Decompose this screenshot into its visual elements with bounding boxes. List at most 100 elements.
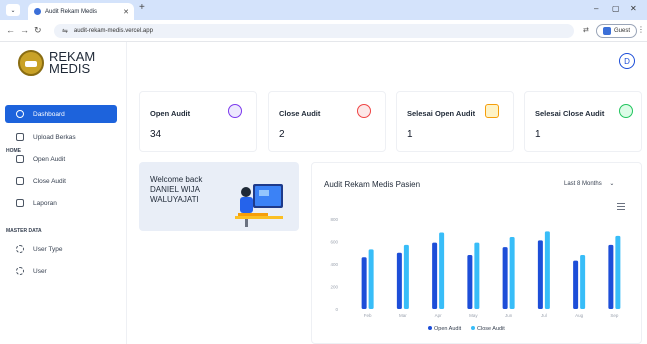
forward-icon[interactable]: → [20,25,29,35]
bar-open-audit [361,257,367,309]
welcome-illustration [235,184,283,227]
tab-title: Audit Rekam Medis [45,8,98,15]
stat-card-title: Selesai Open Audit [407,109,476,118]
new-tab-button[interactable]: + [139,2,145,13]
x-tick-label: May [469,313,478,318]
stat-card-value: 2 [279,129,285,140]
bar-open-audit [573,260,579,309]
bar-open-audit [502,247,508,309]
sidebar-item-user-type[interactable]: User Type [5,240,117,258]
sidebar-item-label: Open Audit [33,155,66,163]
bar-close-audit [474,242,480,309]
legend-label: Close Audit [477,326,505,332]
bar-close-audit [580,255,586,309]
stat-card-close-audit[interactable]: Close Audit 2 [268,91,386,152]
bar-close-audit [544,231,550,309]
maximize-icon[interactable]: ▢ [612,4,620,13]
document-icon [16,177,24,185]
logo-line2: MEDIS [49,61,91,76]
sync-icon [16,245,24,253]
y-tick-label: 200 [330,285,338,290]
stat-card-title: Selesai Close Audit [535,109,605,118]
stat-card-selesai-open-audit[interactable]: Selesai Open Audit 1 [396,91,514,152]
profile-button[interactable]: Guest [596,24,638,38]
user-avatar[interactable]: D [619,53,635,69]
x-tick-label: Aug [575,313,584,318]
back-icon[interactable]: ← [6,25,15,35]
dashboard-icon [16,110,24,118]
sidebar-item-label: Dashboard [33,110,65,118]
upload-icon [16,133,24,141]
bar-open-audit [467,255,473,309]
legend-marker [428,326,432,330]
url-field[interactable]: ⇋ audit-rekam-medis.vercel.app [54,24,574,38]
bar-open-audit [537,240,543,309]
bar-close-audit [403,244,409,309]
legend-marker [471,326,475,330]
translate-icon[interactable]: ⇄ [583,26,589,34]
stat-card-value: 1 [407,129,413,140]
legend-label: Open Audit [434,326,462,332]
profile-icon [603,27,611,35]
sidebar-item-user[interactable]: User [5,262,117,280]
minimize-icon[interactable]: – [594,4,598,13]
report-icon [16,199,24,207]
site-info-icon[interactable]: ⇋ [62,27,68,35]
sidebar-item-label: Laporan [33,199,57,207]
stat-card-value: 1 [535,129,541,140]
browser-tab-bar: ⌄ Audit Rekam Medis ✕ + – ▢ ✕ [0,0,647,20]
sync-icon [16,267,24,275]
sidebar-item-label: User [33,267,47,275]
welcome-greeting: Welcome back [150,175,203,184]
bar-open-audit [432,242,438,309]
site-favicon-icon [34,8,41,15]
browser-tab[interactable]: Audit Rekam Medis ✕ [28,3,134,20]
app-logo[interactable]: REKAM MEDIS [18,50,95,76]
reload-icon[interactable]: ↻ [34,25,42,36]
stat-card-title: Open Audit [150,109,191,118]
bar-close-audit [615,235,621,309]
sidebar-item-open-audit[interactable]: Open Audit [5,150,117,168]
stat-card-title: Close Audit [279,109,321,118]
sidebar-item-label: User Type [33,245,63,253]
welcome-username: DANIEL WIJA WALUYAJATI [150,185,200,204]
close-tab-icon[interactable]: ✕ [123,8,129,16]
bar-close-audit [509,237,515,309]
sidebar: REKAM MEDIS HOME Dashboard Upload Berkas… [0,42,127,344]
sidebar-item-laporan[interactable]: Laporan [5,194,117,212]
x-tick-label: Sep [610,313,619,318]
sidebar-item-close-audit[interactable]: Close Audit [5,172,117,190]
welcome-card: Welcome back DANIEL WIJA WALUYAJATI [139,162,299,231]
y-tick-label: 600 [330,240,338,245]
x-tick-label: Apr [435,313,443,318]
stat-card-value: 34 [150,129,162,140]
stat-card-selesai-close-audit[interactable]: Selesai Close Audit 1 [524,91,642,152]
logo-icon [18,50,44,76]
box-icon [357,104,371,118]
sidebar-item-dashboard[interactable]: Dashboard [5,105,117,123]
tab-search-button[interactable]: ⌄ [6,4,20,16]
address-bar: ← → ↻ ⇋ audit-rekam-medis.vercel.app ⇄ G… [0,20,647,42]
menu-icon[interactable]: ⋮ [637,25,645,34]
x-tick-label: Mar [399,313,407,318]
x-tick-label: Feb [364,313,372,318]
y-tick-label: 800 [330,217,338,222]
bar-close-audit [439,232,445,309]
url-text: audit-rekam-medis.vercel.app [73,28,153,34]
sidebar-item-upload-berkas[interactable]: Upload Berkas [5,128,117,146]
stat-card-open-audit[interactable]: Open Audit 34 [139,91,257,152]
chart-svg: 0 200 400 600 800 Feb Mar Apr May Jun Jul Aug Sep Ope… [330,217,621,332]
bar-open-audit [396,252,402,309]
sidebar-item-label: Upload Berkas [33,133,76,141]
y-tick-label: 0 [335,307,338,312]
wifi-icon [619,104,633,118]
calendar-icon [485,104,499,118]
sidebar-item-label: Close Audit [33,177,66,185]
document-icon [16,155,24,163]
x-tick-label: Jul [541,313,547,318]
x-tick-label: Jun [505,313,513,318]
hexagon-icon [228,104,242,118]
close-window-icon[interactable]: ✕ [630,4,637,13]
section-label-master-data: MASTER DATA [6,228,42,234]
bar-close-audit [368,249,374,309]
